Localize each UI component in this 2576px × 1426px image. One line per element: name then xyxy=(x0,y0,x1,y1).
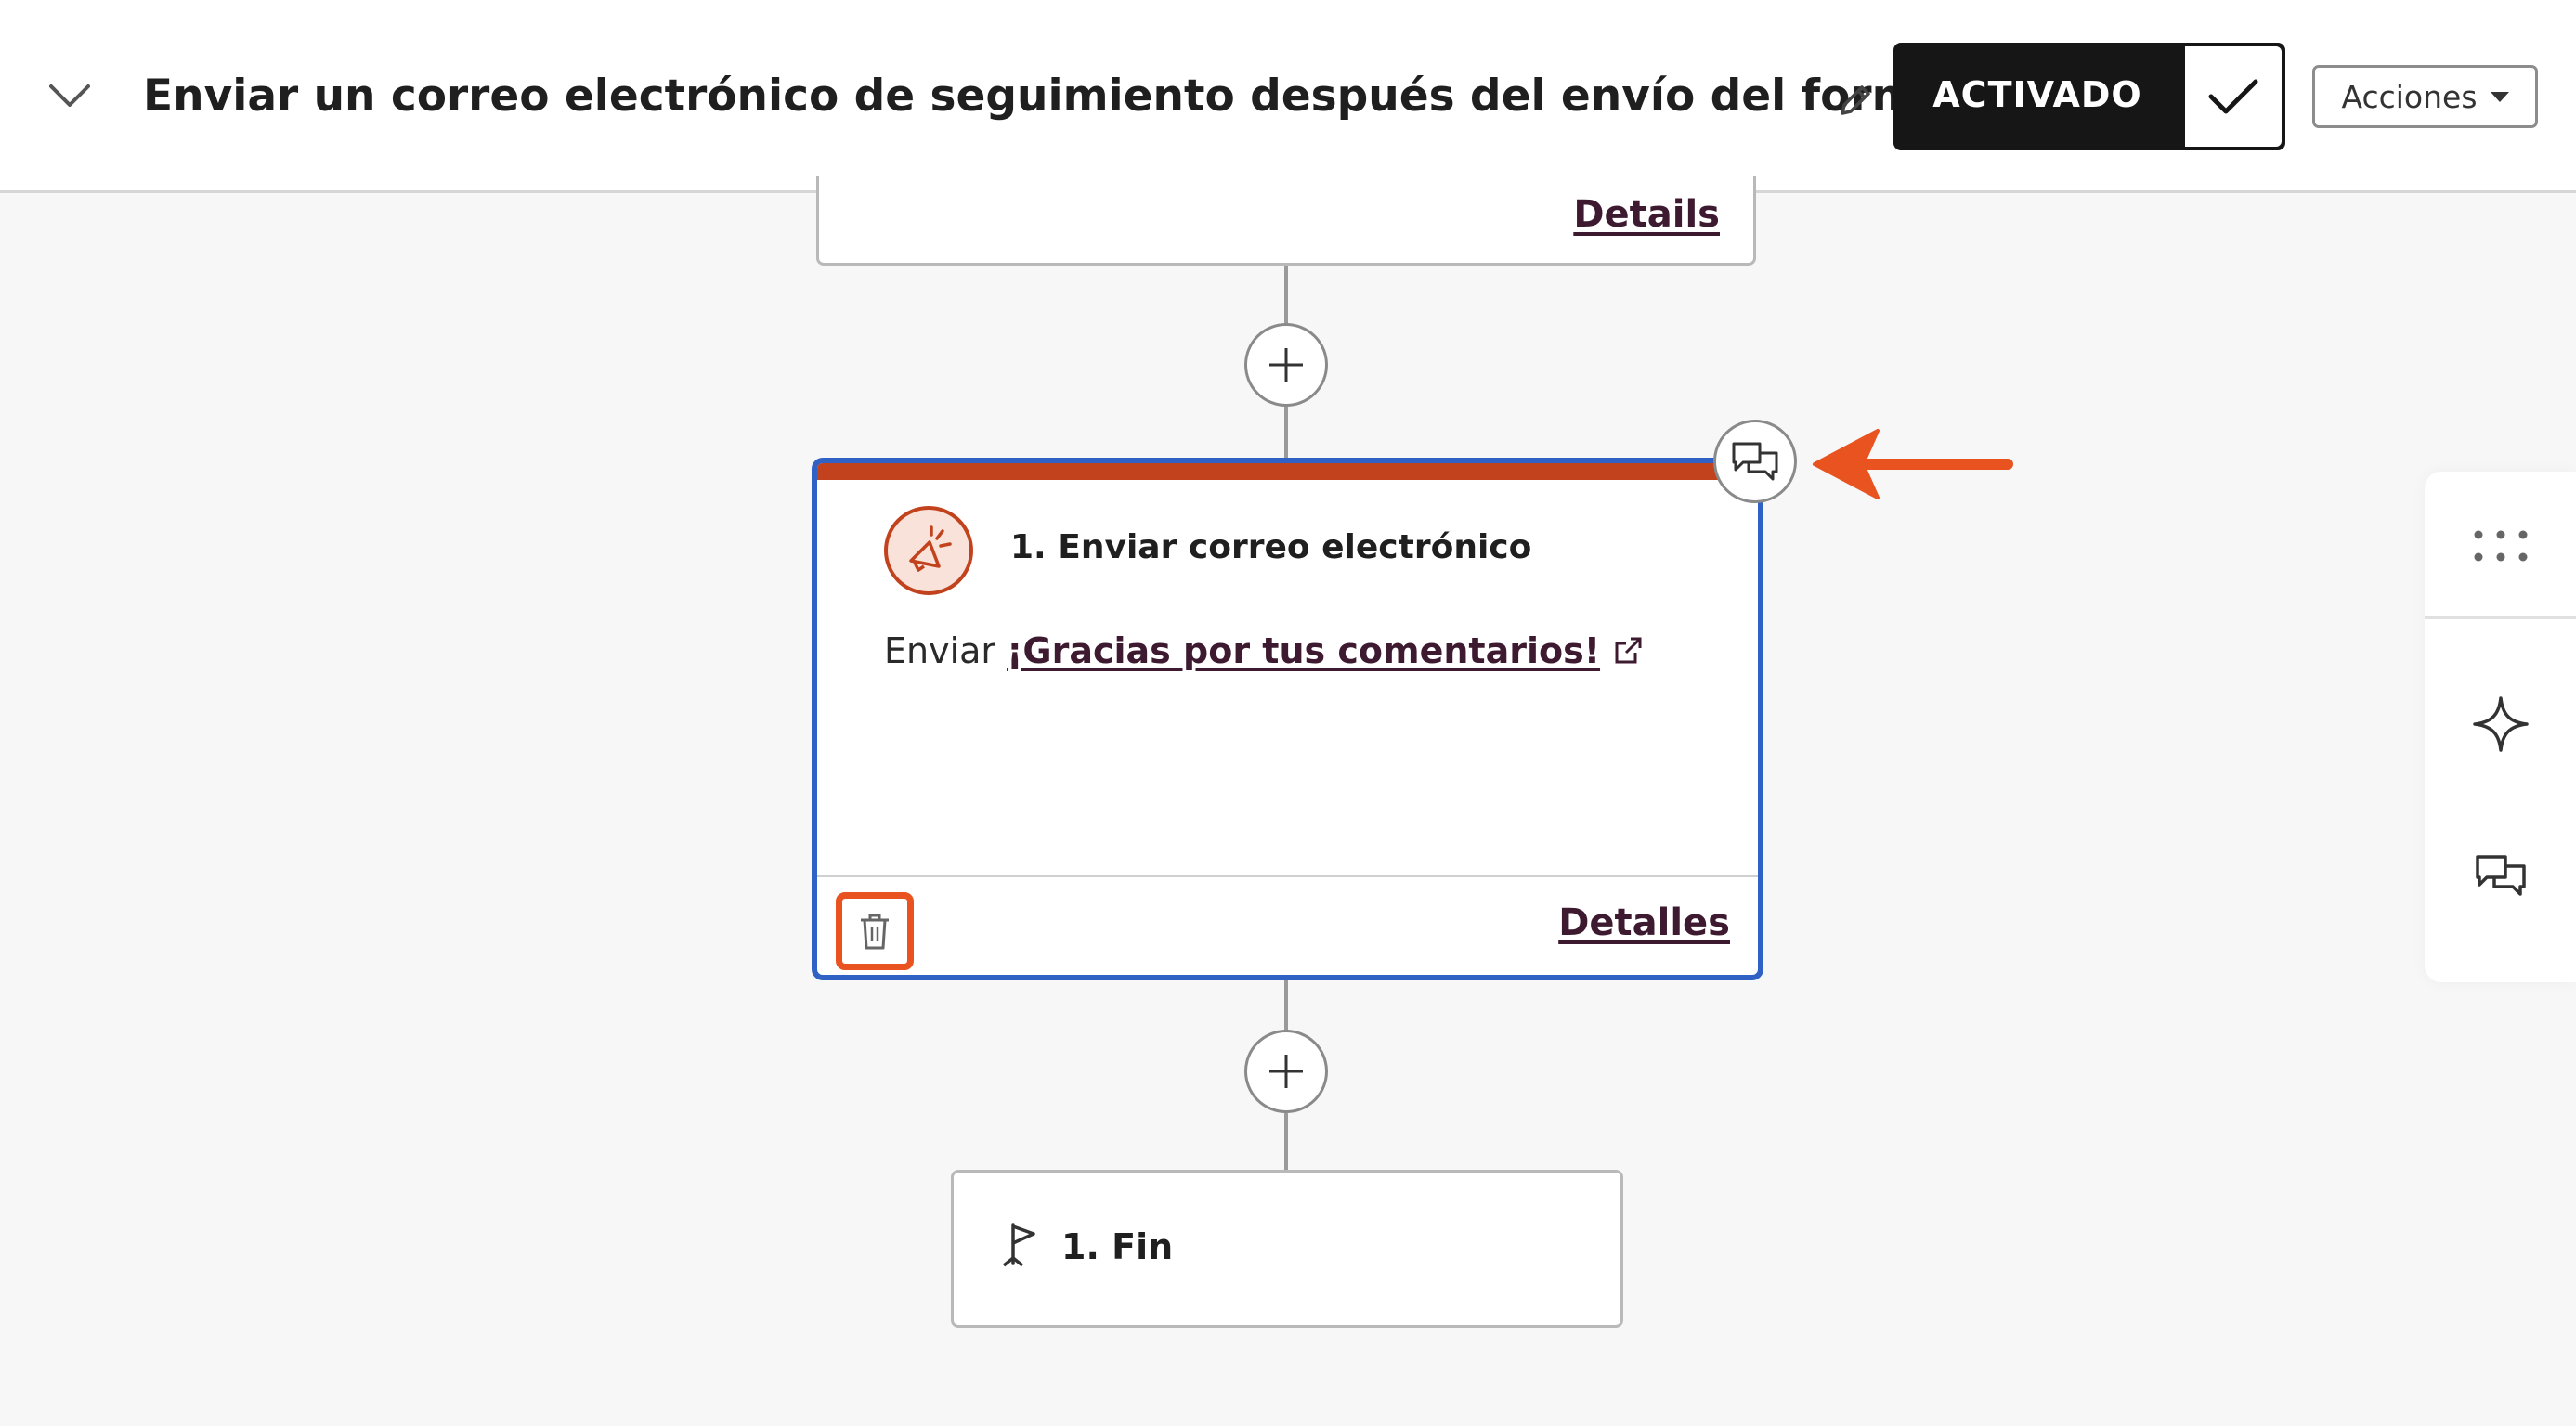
caret-down-icon xyxy=(2490,91,2509,102)
plus-icon xyxy=(1269,348,1303,382)
actions-label: Acciones xyxy=(2341,78,2478,115)
end-label: 1. Fin xyxy=(1061,1226,1174,1267)
comments-icon xyxy=(1732,442,1778,481)
connector-line xyxy=(1284,407,1288,459)
delete-action-button[interactable] xyxy=(836,892,914,970)
toggle-label: ACTIVADO xyxy=(1932,74,2142,115)
workflow-header: Enviar un correo electrónico de seguimie… xyxy=(0,0,2576,193)
plus-icon xyxy=(1269,1055,1303,1088)
rail-grid-button[interactable] xyxy=(2454,499,2547,592)
card-accent-bar xyxy=(817,463,1758,480)
action-icon xyxy=(884,506,973,595)
add-step-button[interactable] xyxy=(1244,323,1328,407)
actions-dropdown[interactable]: Acciones xyxy=(2312,65,2538,128)
checkmark-icon xyxy=(2208,79,2258,114)
card-footer-divider xyxy=(817,875,1758,877)
rail-divider xyxy=(2425,616,2576,619)
action-details-link[interactable]: Detalles xyxy=(1558,901,1730,944)
trash-icon xyxy=(861,914,889,950)
toggle-check-box xyxy=(2185,46,2282,147)
rail-comments-button[interactable] xyxy=(2454,830,2547,923)
annotation-arrow xyxy=(1813,429,2013,499)
workflow-title: Enviar un correo electrónico de seguimie… xyxy=(143,71,2060,122)
previous-step-card: Details xyxy=(816,176,1756,266)
external-link-icon[interactable] xyxy=(1611,634,1645,668)
megaphone-icon xyxy=(909,525,952,572)
chevron-down-icon xyxy=(49,84,90,107)
workflow-status-toggle[interactable]: ACTIVADO xyxy=(1893,43,2285,150)
collapse-button[interactable] xyxy=(37,63,102,128)
pencil-icon xyxy=(1841,85,1870,115)
edit-title-button[interactable] xyxy=(1826,71,1885,130)
email-link[interactable]: ¡Gracias por tus comentarios! xyxy=(1007,630,1600,671)
action-description: Enviar ¡Gracias por tus comentarios! xyxy=(884,630,1645,671)
grip-dots-icon xyxy=(2474,530,2528,562)
comments-icon xyxy=(2476,855,2526,896)
send-email-action-card[interactable]: 1. Enviar correo electrónico Enviar ¡Gra… xyxy=(812,458,1763,980)
card-comments-button[interactable] xyxy=(1713,420,1797,503)
action-body-prefix: Enviar xyxy=(884,630,996,671)
previous-details-link[interactable]: Details xyxy=(1573,193,1720,236)
end-step-card[interactable]: 1. Fin xyxy=(951,1170,1623,1328)
add-step-button[interactable] xyxy=(1244,1030,1328,1113)
rail-ai-button[interactable] xyxy=(2454,678,2547,771)
right-tool-rail xyxy=(2425,472,2576,982)
sparkle-icon xyxy=(2473,696,2529,752)
connector-line xyxy=(1284,1113,1288,1171)
connector-line xyxy=(1284,980,1288,1032)
flag-icon xyxy=(1002,1223,1035,1267)
action-title: 1. Enviar correo electrónico xyxy=(1010,528,1532,566)
